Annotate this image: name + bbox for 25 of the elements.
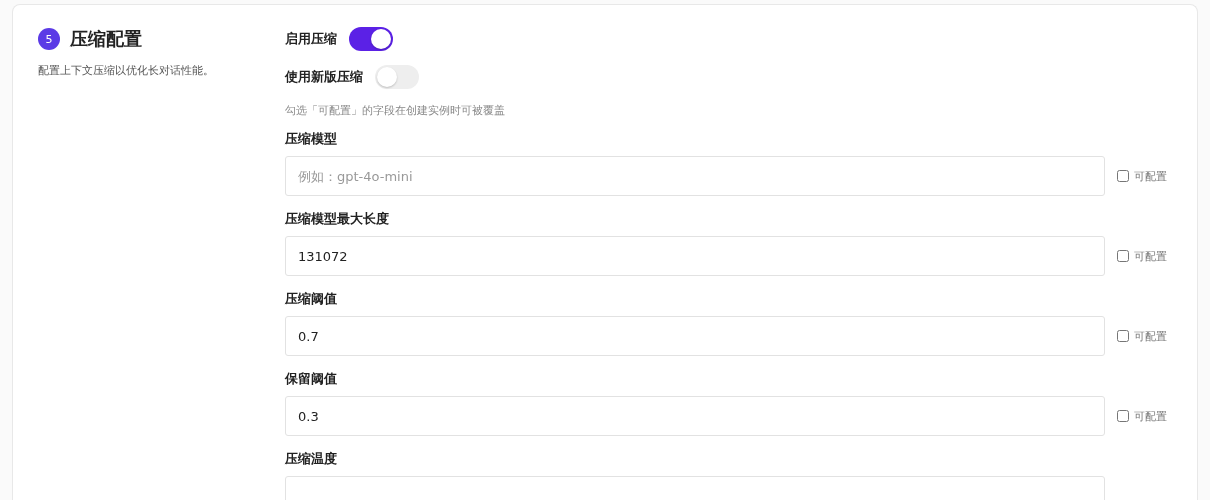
field-label: 压缩模型最大长度 [285,210,390,228]
step-number-badge: 5 [38,28,60,50]
field-label: 压缩模型 [285,130,338,148]
field-label: 压缩温度 [285,450,338,468]
input-field[interactable]: 0.3 [285,396,1105,436]
checkbox[interactable] [1117,170,1129,182]
input-field[interactable]: 例如：gpt-4o-mini [285,156,1105,196]
checkbox-label: 可配置 [1134,328,1167,344]
section-title: 压缩配置 [70,27,142,51]
input-field[interactable]: 131072 [285,236,1105,276]
checkbox[interactable] [1117,250,1129,262]
checkbox-label: 可配置 [1134,408,1167,424]
field-label: 保留阈值 [285,370,338,388]
field-label: 压缩阈值 [285,290,338,308]
checkbox-label: 可配置 [1134,168,1167,184]
input-field[interactable]: 0.7 [285,316,1105,356]
checkbox-label: 可配置 [1134,248,1167,264]
hint-text: 勾选「可配置」的字段在创建实例时可被覆盖 [285,103,506,118]
section-description: 配置上下文压缩以优化长对话性能。 [38,63,215,78]
toggle-label: 启用压缩 [285,30,337,48]
checkbox[interactable] [1117,330,1129,342]
toggle-switch[interactable] [349,27,393,51]
checkbox[interactable] [1117,410,1129,422]
toggle-switch[interactable] [375,65,419,89]
toggle-label: 使用新版压缩 [285,68,363,86]
